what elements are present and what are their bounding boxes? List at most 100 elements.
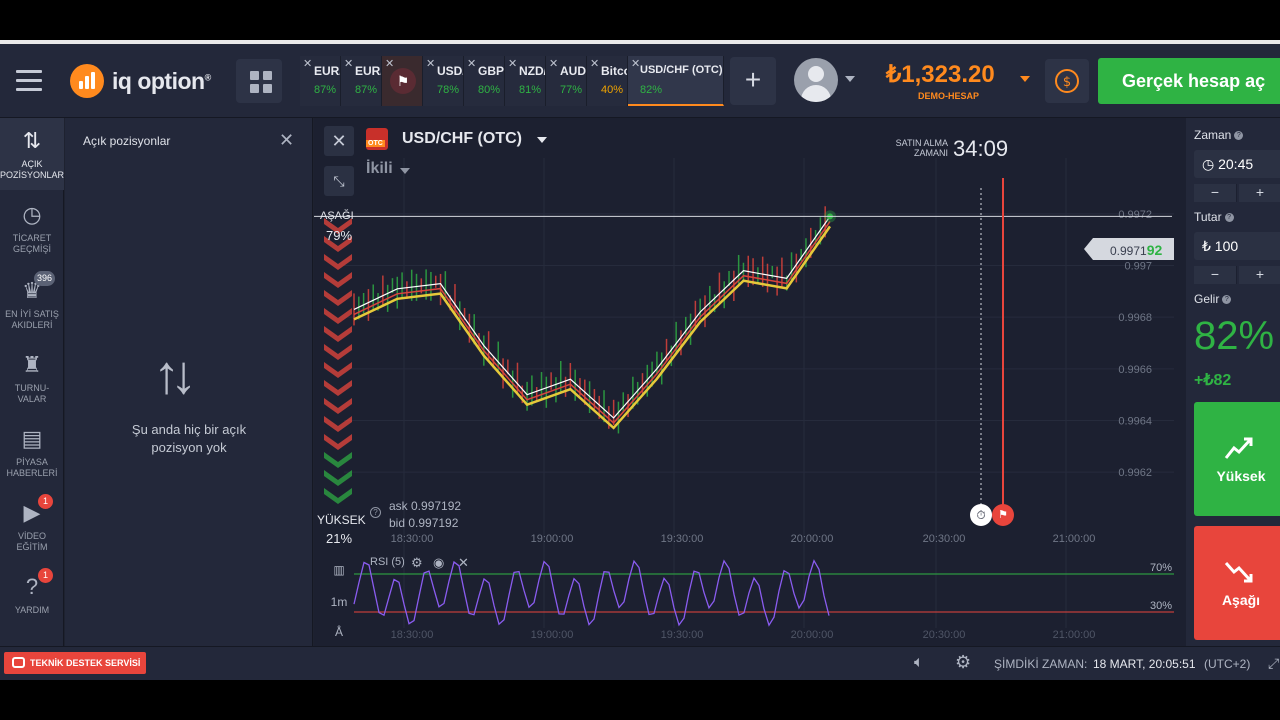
support-button[interactable]: TEKNİK DESTEK SERVİSİ [4, 652, 146, 674]
chevron-down-icon[interactable] [845, 76, 855, 82]
income-amount: +₺82 [1194, 372, 1232, 389]
avatar[interactable] [794, 58, 838, 102]
close-icon[interactable]: ✕ [549, 57, 558, 70]
arrows-updown-icon: ⇅ [22, 128, 42, 153]
close-icon[interactable]: ✕ [458, 555, 469, 571]
sentiment-chevron [324, 344, 352, 360]
x-tick-label-rsi: 21:00:00 [1053, 629, 1096, 641]
menu-icon[interactable] [16, 70, 42, 92]
logo-mark-icon [70, 64, 104, 98]
open-real-account-button[interactable]: Gerçek hesap aç [1098, 58, 1280, 104]
chevron-down-icon[interactable] [400, 168, 410, 174]
checkered-flag-icon: ⚑ [390, 68, 416, 94]
sidebar-item-open-positions[interactable]: ⇅ AÇIK POZİSYONLAR [0, 118, 64, 190]
minus-button[interactable]: − [1194, 266, 1237, 284]
close-icon[interactable]: ✕ [467, 57, 476, 70]
close-icon[interactable]: ✕ [590, 57, 599, 70]
notification-badge: 1 [38, 494, 53, 509]
up-sentiment-value: 21% [326, 531, 353, 546]
history-icon: ◷ [22, 202, 42, 227]
sidebar-item-video-education[interactable]: ▶ 1 VİDEO EĞİTİM [0, 494, 64, 553]
close-icon[interactable]: ✕ [303, 57, 312, 70]
expiry-time-field[interactable]: ◷ 20:45 [1194, 150, 1280, 178]
panel-title: Açık pozisyonlar [83, 134, 171, 148]
close-icon[interactable]: ✕ [385, 57, 394, 70]
trade-panel: Zaman? ◷ 20:45 − + Tutar? ₺ 100 − + Gelir?… [1186, 118, 1280, 646]
asset-tab-active[interactable]: ✕ USD/CHF (OTC) 82% [628, 56, 724, 106]
sidebar-item-top-deals[interactable]: ♛ 396 EN İYİ SATIŞ AKIDLERİ [0, 271, 64, 331]
close-icon[interactable]: ✕ [508, 57, 517, 70]
news-icon: ▤ [21, 426, 43, 451]
minus-button[interactable]: − [1194, 184, 1237, 202]
amount-field[interactable]: ₺ 100 [1194, 232, 1280, 260]
close-icon[interactable]: ✕ [426, 57, 435, 70]
amount-label: Tutar? [1194, 210, 1234, 224]
x-tick-label-rsi: 18:30:00 [391, 629, 434, 641]
put-down-button[interactable]: Aşağı [1194, 526, 1280, 640]
chart-type-icon[interactable]: ▥ [324, 558, 354, 582]
y-tick-label: 0.9962 [1118, 467, 1152, 479]
sidebar-item-market-news[interactable]: ▤ PİYASA HABERLERİ [0, 426, 64, 479]
asset-tab[interactable]: ✕ EUR/87% [300, 56, 341, 106]
gear-icon[interactable]: ⚙ [411, 555, 423, 571]
asset-tab[interactable]: ✕ EUR/87% [341, 56, 382, 106]
sidebar-item-trade-history[interactable]: ◷ TİCARET GEÇMİŞİ [0, 202, 64, 255]
asset-tab[interactable]: ✕ GBP/80% [464, 56, 505, 106]
add-asset-button[interactable]: + [730, 57, 776, 105]
down-sentiment-label: AŞAĞI [320, 210, 354, 222]
rsi-line [353, 559, 830, 627]
y-tick-label: 0.997 [1124, 261, 1152, 273]
chevron-down-icon[interactable] [1020, 76, 1030, 82]
current-time-label: ŞİMDİKİ ZAMAN: [994, 657, 1088, 671]
close-icon[interactable]: ✕ [344, 57, 353, 70]
chart-area[interactable]: 0.9972 0.997 0.9968 0.9966 0.9964 0.9962 18:30… [314, 118, 1186, 646]
x-tick-label-rsi: 19:30:00 [661, 629, 704, 641]
up-sentiment-label: YÜKSEK [317, 513, 366, 527]
arrows-updown-icon: ↑↓ [153, 345, 197, 405]
timeframe-button[interactable]: 1m [324, 590, 354, 614]
sentiment-chevron [324, 434, 352, 450]
logo[interactable]: iq option® [70, 64, 211, 98]
sidebar: ⇅ AÇIK POZİSYONLAR ◷ TİCARET GEÇMİŞİ ♛ 396 … [0, 118, 64, 646]
trading-app: iq option® ✕ EUR/87% ✕ EUR/87% ✕ ⚑ ✕ USD/78%… [0, 44, 1280, 680]
multi-chart-grid-icon[interactable] [236, 59, 282, 103]
gear-icon[interactable]: ⚙ [955, 652, 971, 673]
close-chart-icon[interactable]: ✕ [324, 126, 354, 156]
price-chart[interactable]: 0.9972 0.997 0.9968 0.9966 0.9964 0.9962 18:30… [314, 118, 1186, 646]
call-up-button[interactable]: Yüksek [1194, 402, 1280, 516]
option-type-selector[interactable]: İkili [366, 160, 393, 178]
asset-tab[interactable]: ✕ USD/78% [423, 56, 464, 106]
drawing-tool-icon[interactable]: Å [324, 620, 354, 644]
stopwatch-icon: ⏱ [970, 504, 992, 526]
time-label: Zaman? [1194, 128, 1244, 142]
sidebar-item-tournaments[interactable]: ♜ TURNU- VALAR [0, 352, 64, 405]
plus-button[interactable]: + [1239, 184, 1280, 202]
time-stepper[interactable]: − + [1194, 184, 1280, 202]
exchange-icon[interactable]: $ [1045, 59, 1089, 103]
sentiment-chevron [324, 272, 352, 288]
asset-tab[interactable]: ✕ AUD/77% [546, 56, 587, 106]
amount-stepper[interactable]: − + [1194, 266, 1280, 284]
balance[interactable]: ₺1,323.20 [886, 60, 995, 89]
chevron-down-icon[interactable] [537, 137, 547, 143]
asset-selector[interactable]: USD/CHF (OTC) [402, 130, 522, 148]
purchase-countdown: 34:09 [953, 136, 1009, 161]
fullscreen-icon[interactable]: ⤢ [1268, 655, 1279, 672]
sidebar-item-help[interactable]: ? 1 YARDIM [0, 568, 64, 616]
asset-tab[interactable]: ✕ Bitco 40% [587, 56, 628, 106]
asset-tab[interactable]: ✕ NZD/81% [505, 56, 546, 106]
eye-icon[interactable]: ◉ [433, 555, 444, 571]
screen: iq option® ✕ EUR/87% ✕ EUR/87% ✕ ⚑ ✕ USD/78%… [0, 0, 1280, 720]
speaker-icon[interactable]: 🔈︎ [914, 654, 924, 672]
moving-average-fast [353, 220, 831, 424]
shrink-icon[interactable]: ⤡ [324, 166, 354, 196]
video-icon: ▶ 1 [19, 494, 53, 526]
asset-tabs: ✕ EUR/87% ✕ EUR/87% ✕ ⚑ ✕ USD/78% ✕ GBP/80% ✕… [300, 56, 724, 106]
income-percent: 82% [1194, 314, 1275, 358]
asset-tab-flag[interactable]: ✕ ⚑ [382, 56, 423, 106]
moving-average-slow [353, 225, 832, 430]
info-icon[interactable]: ? [370, 507, 381, 518]
plus-button[interactable]: + [1239, 266, 1280, 284]
close-icon[interactable]: ✕ [631, 57, 640, 70]
close-icon[interactable]: ✕ [279, 130, 294, 151]
